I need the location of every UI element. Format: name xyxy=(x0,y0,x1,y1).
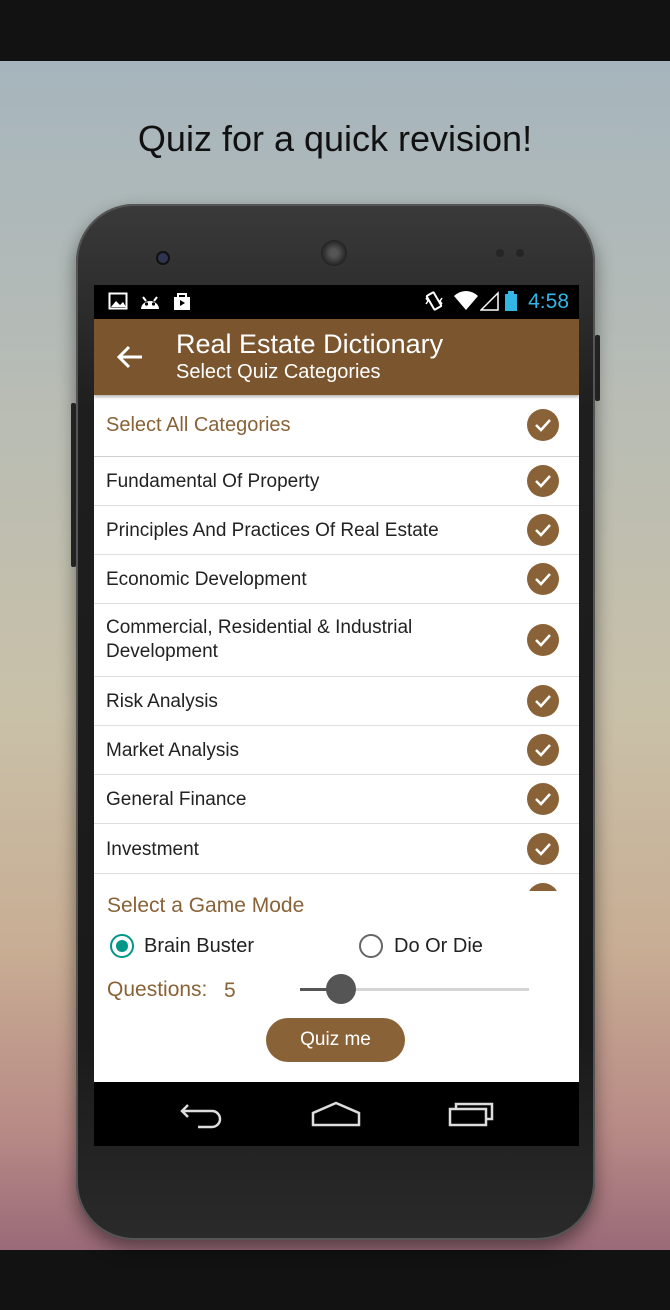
list-scroll-peek xyxy=(527,883,559,891)
category-row[interactable]: Investment xyxy=(94,824,579,874)
check-icon[interactable] xyxy=(527,685,559,717)
store-notification-icon xyxy=(174,293,190,310)
select-all-label: Select All Categories xyxy=(106,414,291,436)
category-label: Commercial, Residential & Industrial Dev… xyxy=(106,617,413,662)
check-icon[interactable] xyxy=(527,734,559,766)
app-subtitle: Select Quiz Categories xyxy=(176,361,381,383)
category-row[interactable]: General Finance xyxy=(94,775,579,824)
category-row[interactable]: Market Analysis xyxy=(94,726,579,775)
power-button xyxy=(595,335,600,401)
category-label: Economic Development xyxy=(106,569,307,590)
clock: 4:58 xyxy=(528,290,569,313)
check-icon[interactable] xyxy=(527,465,559,497)
game-mode-title: Select a Game Mode xyxy=(107,894,305,917)
quiz-me-button[interactable]: Quiz me xyxy=(266,1018,405,1062)
questions-value: 5 xyxy=(224,979,236,1002)
arrow-back-icon[interactable] xyxy=(116,343,144,371)
wifi-icon xyxy=(454,291,478,310)
select-all-row[interactable]: Select All Categories xyxy=(94,395,579,457)
category-label: Market Analysis xyxy=(106,740,240,761)
image-notification-icon xyxy=(108,292,128,310)
check-icon[interactable] xyxy=(527,563,559,595)
promo-caption: Quiz for a quick revision! xyxy=(137,118,533,159)
category-label: Risk Analysis xyxy=(106,691,218,712)
recents-nav-icon[interactable] xyxy=(448,1099,496,1129)
signal-icon xyxy=(480,291,499,311)
check-icon[interactable] xyxy=(527,409,559,441)
app-title: Real Estate Dictionary xyxy=(176,329,444,359)
nav-bar xyxy=(94,1082,579,1146)
radio-label-do-or-die[interactable]: Do Or Die xyxy=(394,935,483,958)
category-label: Fundamental Of Property xyxy=(106,471,320,492)
front-camera-icon xyxy=(156,251,170,265)
category-row[interactable]: Principles And Practices Of Real Estate xyxy=(94,506,579,555)
battery-icon xyxy=(505,291,517,311)
check-icon[interactable] xyxy=(527,833,559,865)
radio-label-brain-buster[interactable]: Brain Buster xyxy=(144,935,254,958)
radio-brain-buster[interactable] xyxy=(110,934,134,958)
android-notification-icon xyxy=(141,296,159,309)
category-row[interactable]: Risk Analysis xyxy=(94,677,579,726)
category-label: Investment xyxy=(106,839,199,860)
check-icon[interactable] xyxy=(527,624,559,656)
speaker-grille-icon xyxy=(321,240,347,266)
back-nav-icon[interactable] xyxy=(178,1099,226,1129)
questions-slider-thumb[interactable] xyxy=(326,974,357,1004)
category-row[interactable]: Economic Development xyxy=(94,555,579,604)
vibrate-icon xyxy=(425,291,443,311)
volume-button xyxy=(71,403,76,567)
radio-do-or-die[interactable] xyxy=(359,934,383,958)
category-row[interactable]: Fundamental Of Property xyxy=(94,457,579,506)
sensor-icon xyxy=(516,249,524,257)
app-bar: Real Estate Dictionary Select Quiz Categ… xyxy=(94,319,579,395)
status-bar: 4:58 xyxy=(94,285,579,319)
questions-label: Questions: xyxy=(107,978,208,1001)
home-nav-icon[interactable] xyxy=(311,1099,361,1129)
category-label: Principles And Practices Of Real Estate xyxy=(106,520,439,541)
category-label: General Finance xyxy=(106,789,247,810)
category-row[interactable]: Commercial, Residential & Industrial Dev… xyxy=(94,604,579,677)
check-icon[interactable] xyxy=(527,514,559,546)
phone-screen: 4:58 Real Estate Dictionary Select Quiz … xyxy=(94,285,579,1146)
sensor-icon xyxy=(496,249,504,257)
check-icon[interactable] xyxy=(527,783,559,815)
